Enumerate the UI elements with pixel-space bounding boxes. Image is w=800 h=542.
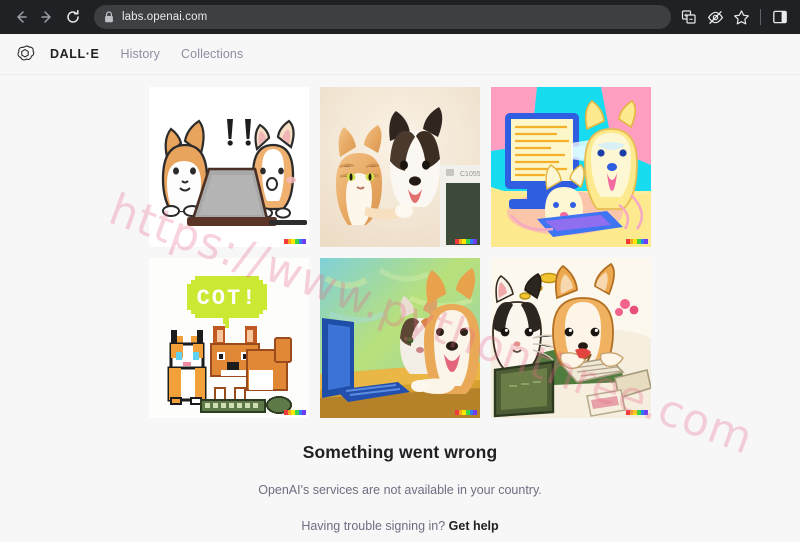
nav-link-history[interactable]: History: [120, 47, 160, 61]
back-arrow-icon: [13, 9, 29, 25]
address-bar[interactable]: labs.openai.com: [94, 5, 671, 29]
image-gallery: C1055 COT!: [149, 87, 651, 418]
reload-button[interactable]: [60, 4, 86, 30]
gallery-wrap: C1055 COT!: [0, 75, 800, 418]
gallery-image-3[interactable]: [491, 87, 651, 247]
svg-text:C1055: C1055: [460, 171, 480, 178]
error-help-prefix: Having trouble signing in?: [301, 519, 449, 533]
browser-toolbar: labs.openai.com: [0, 0, 800, 34]
openai-logo-icon[interactable]: [14, 43, 36, 65]
back-button[interactable]: [8, 4, 34, 30]
error-help-line: Having trouble signing in? Get help: [0, 519, 800, 533]
forward-button[interactable]: [34, 4, 60, 30]
nav-link-collections[interactable]: Collections: [181, 47, 243, 61]
error-block: Something went wrong OpenAI's services a…: [0, 418, 800, 533]
lock-icon: [104, 11, 114, 23]
dalle-watermark: [284, 239, 307, 244]
error-title: Something went wrong: [302, 442, 498, 462]
dalle-watermark: [626, 239, 649, 244]
translate-icon[interactable]: [677, 5, 701, 29]
gallery-image-6[interactable]: [491, 258, 651, 418]
toolbar-divider: [760, 9, 761, 25]
gallery-image-5[interactable]: [320, 258, 480, 418]
side-panel-icon[interactable]: [768, 5, 792, 29]
page-content: DALL·E History Collections C1055 COT! So…: [0, 34, 800, 542]
error-subtitle: OpenAI's services are not available in y…: [258, 483, 542, 497]
dalle-watermark: [455, 239, 478, 244]
nav-brand-dalle[interactable]: DALL·E: [50, 47, 99, 61]
eye-slash-icon[interactable]: [703, 5, 727, 29]
gallery-image-2[interactable]: C1055: [320, 87, 480, 247]
browser-toolbar-icons: [677, 5, 792, 29]
forward-arrow-icon: [39, 9, 55, 25]
reload-icon: [65, 9, 81, 25]
dalle-watermark: [455, 410, 478, 415]
pixel-speech-text: COT!: [197, 286, 258, 311]
gallery-image-4[interactable]: COT!: [149, 258, 309, 418]
site-nav: DALL·E History Collections: [50, 47, 243, 61]
gallery-image-1[interactable]: [149, 87, 309, 247]
get-help-link[interactable]: Get help: [449, 519, 499, 533]
star-icon[interactable]: [729, 5, 753, 29]
dalle-watermark: [284, 410, 307, 415]
address-bar-url[interactable]: labs.openai.com: [122, 11, 207, 23]
screenshot-root: labs.openai.com DALL·E History Collectio…: [0, 0, 800, 542]
site-header: DALL·E History Collections: [0, 34, 800, 75]
dalle-watermark: [626, 410, 649, 415]
